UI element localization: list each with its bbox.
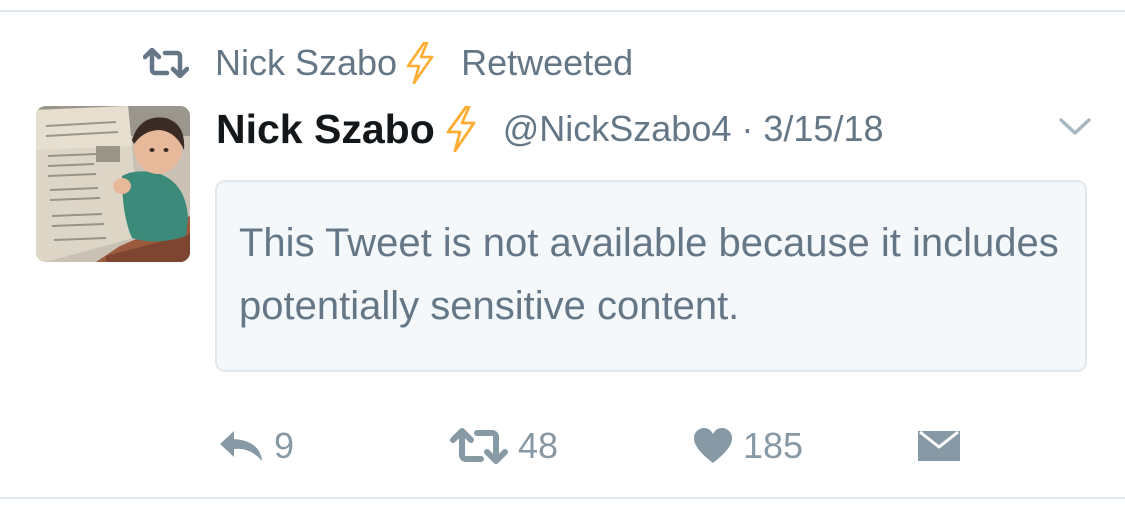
retweet-icon bbox=[450, 428, 508, 464]
retweet-context: Nick Szabo Retweeted bbox=[143, 40, 633, 86]
retweet-icon bbox=[143, 48, 189, 78]
direct-message-button[interactable] bbox=[917, 420, 961, 472]
lightning-bolt-icon bbox=[406, 42, 434, 84]
retweet-count: 48 bbox=[518, 425, 559, 466]
like-count: 185 bbox=[743, 425, 804, 466]
tweet-header: Nick Szabo @NickSzabo4 · 3/15/18 bbox=[216, 104, 884, 154]
chevron-down-icon[interactable] bbox=[1058, 116, 1092, 138]
retweeted-label: Retweeted bbox=[461, 42, 634, 83]
top-divider bbox=[0, 10, 1125, 12]
envelope-icon bbox=[918, 430, 960, 461]
retweet-button[interactable]: 48 bbox=[450, 420, 558, 472]
tweet-card[interactable]: Nick Szabo Retweeted Nick Szabo @NickSza… bbox=[0, 0, 1125, 529]
action-bar: 9 48 185 bbox=[0, 420, 1125, 472]
author-name[interactable]: Nick Szabo bbox=[216, 104, 435, 154]
lightning-bolt-icon bbox=[446, 106, 476, 152]
reply-icon bbox=[220, 431, 262, 461]
heart-icon bbox=[694, 428, 732, 463]
bottom-divider bbox=[0, 497, 1125, 499]
tweet-date[interactable]: 3/15/18 bbox=[763, 104, 883, 154]
author-handle[interactable]: @NickSzabo4 bbox=[503, 104, 732, 154]
unavailable-notice: This Tweet is not available because it i… bbox=[215, 180, 1087, 372]
header-separator: · bbox=[741, 108, 754, 149]
like-button[interactable]: 185 bbox=[693, 420, 803, 472]
notice-text: This Tweet is not available because it i… bbox=[239, 221, 1059, 328]
reply-count: 9 bbox=[274, 425, 295, 466]
retweeter-name[interactable]: Nick Szabo bbox=[215, 40, 397, 86]
reply-button[interactable]: 9 bbox=[218, 420, 294, 472]
avatar[interactable] bbox=[36, 106, 190, 262]
